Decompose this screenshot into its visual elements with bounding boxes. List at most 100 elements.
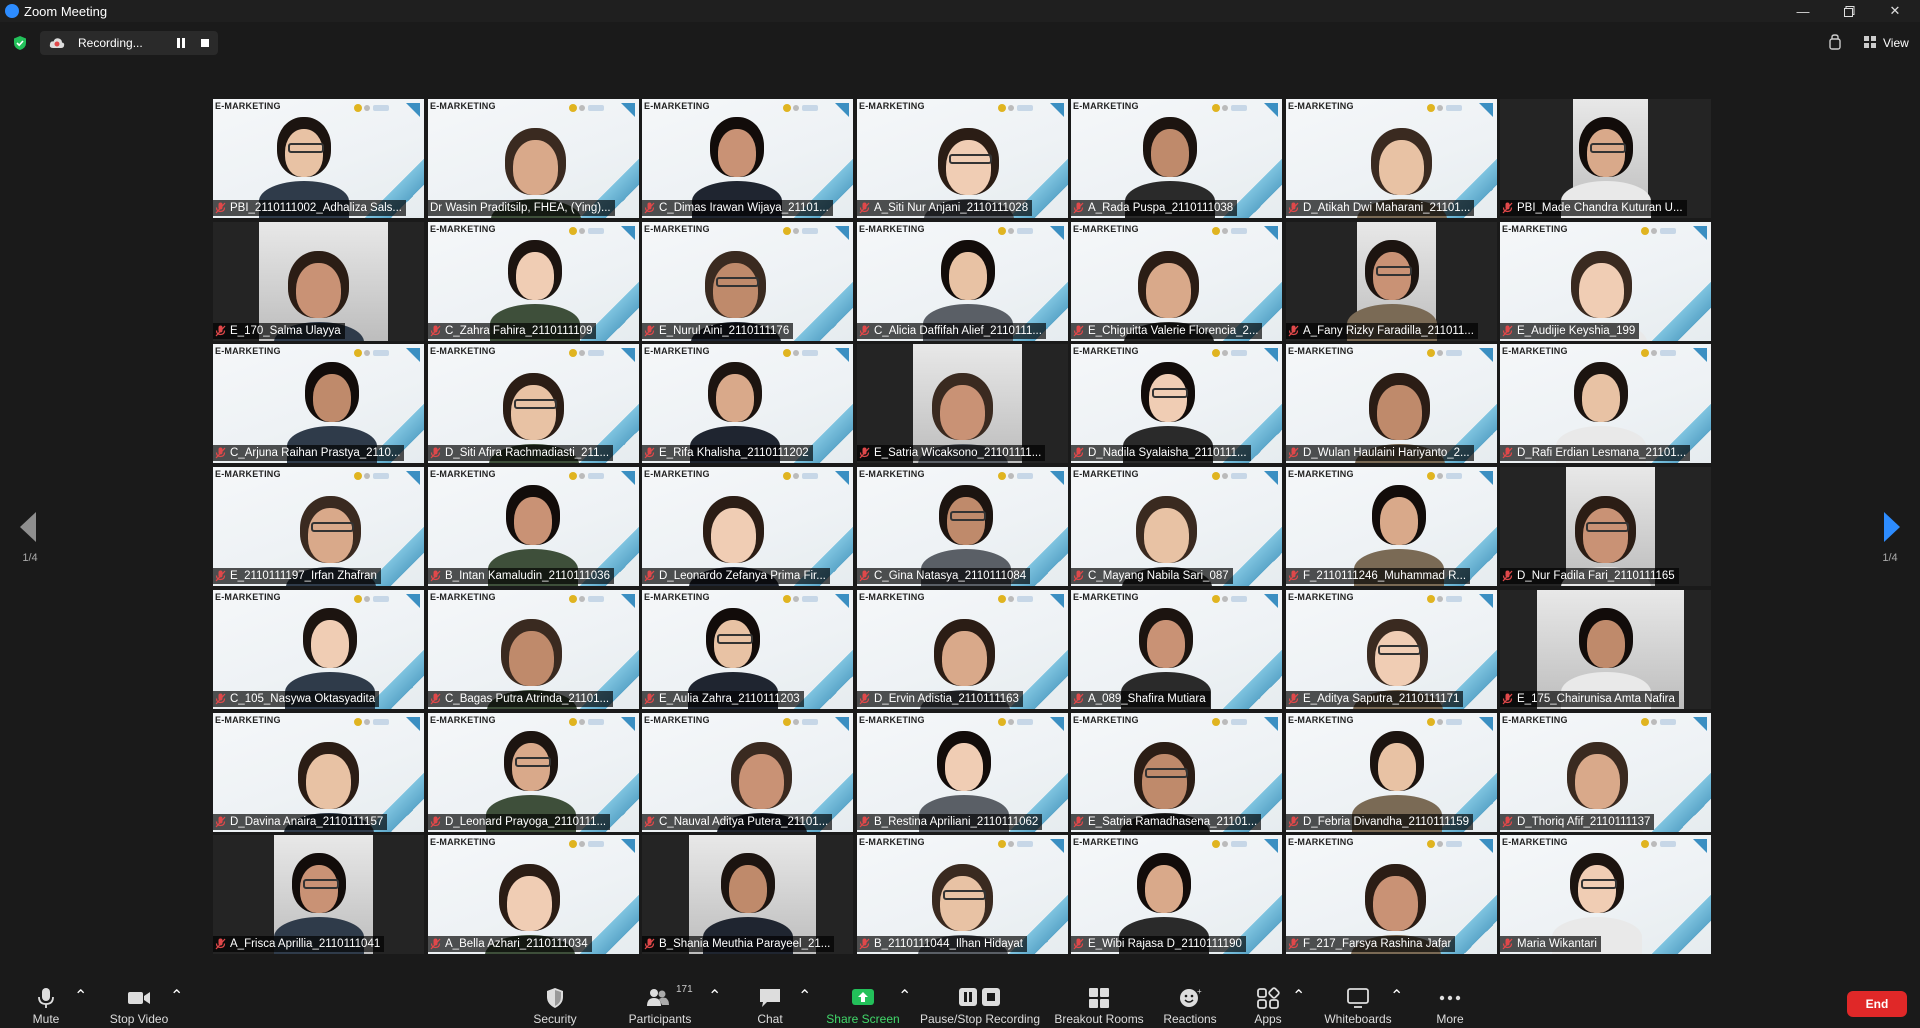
recording-label: Recording... [78, 36, 143, 50]
participant-video-tile[interactable]: E-MARKETING D_Febria Divandha_2110111159 [1286, 713, 1497, 832]
participant-video-tile[interactable]: E-MARKETING D_Thoriq Afif_2110111137 [1500, 713, 1711, 832]
participant-video-tile[interactable]: E-MARKETING F_2110111246_Muhammad R... [1286, 467, 1497, 586]
participant-video-tile[interactable]: E-MARKETING C_Zahra Fahira_2110111109 [428, 222, 639, 341]
participant-video-tile[interactable]: E-MARKETING D_Rafi Erdian Lesmana_21101..… [1500, 344, 1711, 463]
participant-video-tile[interactable]: E-MARKETING B_Restina Apriliani_211011106… [857, 713, 1068, 832]
share-screen-button[interactable]: Share Screen [824, 980, 902, 1028]
whiteboards-label: Whiteboards [1324, 1012, 1392, 1026]
participant-video-tile[interactable]: E-MARKETING B_Intan Kamaludin_2110111036 [428, 467, 639, 586]
participant-name: C_105_Nasywa Oktasyadita [230, 693, 376, 705]
security-button[interactable]: Security [524, 980, 586, 1028]
security-shield-icon [547, 988, 563, 1008]
recording-indicator[interactable]: Recording... [40, 31, 218, 55]
participant-video-tile[interactable]: E-MARKETING C_Arjuna Raihan Prastya_2110.… [213, 344, 424, 463]
muted-microphone-icon [215, 202, 226, 214]
participant-name: Maria Wikantari [1517, 938, 1597, 950]
maximize-icon[interactable] [1826, 0, 1872, 22]
participant-video-tile[interactable]: E-MARKETING C_Bagas Putra Atrinda_21101..… [428, 590, 639, 709]
participant-video-tile[interactable]: E-MARKETING C_Alicia Daffifah Alief_21101… [857, 222, 1068, 341]
participant-video-tile[interactable]: E-MARKETING D_Leonard Prayoga_2110111... [428, 713, 639, 832]
muted-microphone-icon [1502, 938, 1513, 950]
participant-video-tile[interactable]: E-MARKETING A_Rada Puspa_2110111038 [1071, 99, 1282, 218]
participant-video-tile[interactable]: E-MARKETING E_Aditya Saputra_2110111171 [1286, 590, 1497, 709]
participant-video-tile[interactable]: E-MARKETING C_Gina Natasya_2110111084 [857, 467, 1068, 586]
participant-video-tile[interactable]: E-MARKETING A_Siti Nur Anjani_2110111028 [857, 99, 1068, 218]
more-button[interactable]: More [1428, 980, 1472, 1028]
participant-name-tag: D_Thoriq Afif_2110111137 [1500, 814, 1655, 830]
next-page-arrow-icon[interactable] [1882, 510, 1902, 544]
share-options-caret-icon[interactable]: ⌃ [898, 986, 911, 1006]
participant-name: D_Wulan Haulaini Hariyanto_2... [1303, 447, 1470, 459]
chat-button[interactable]: Chat [748, 980, 792, 1028]
minimize-icon[interactable]: — [1780, 0, 1826, 22]
participant-video-tile[interactable]: E-MARKETING Maria Wikantari [1500, 835, 1711, 954]
whiteboards-button[interactable]: Whiteboards [1318, 980, 1398, 1028]
participant-video-tile[interactable]: E-MARKETING B_2110111044_Ilhan Hidayat [857, 835, 1068, 954]
view-button[interactable]: View [1883, 36, 1909, 50]
participants-options-caret-icon[interactable]: ⌃ [708, 986, 721, 1006]
participant-video-tile[interactable]: E-MARKETING E_Rifa Khalisha_2110111202 [642, 344, 853, 463]
apps-options-caret-icon[interactable]: ⌃ [1292, 986, 1305, 1006]
participant-video-tile[interactable]: E-MARKETING D_Nadila Syalaisha_2110111... [1071, 344, 1282, 463]
slide-decoration [1264, 348, 1278, 362]
encryption-shield-icon[interactable] [12, 35, 28, 51]
participant-video-tile[interactable]: E-MARKETING D_Leonardo Zefanya Prima Fir.… [642, 467, 853, 586]
participant-video-tile[interactable]: E-MARKETING A_089_Shafira Mutiara [1071, 590, 1282, 709]
previous-page-arrow-icon[interactable] [18, 510, 38, 544]
audio-options-caret-icon[interactable]: ⌃ [74, 986, 87, 1006]
participant-video-tile[interactable]: D_Nur Fadila Fari_2110111165 [1500, 467, 1711, 586]
participant-video-tile[interactable]: E-MARKETING D_Wulan Haulaini Hariyanto_2.… [1286, 344, 1497, 463]
participant-name: B_2110111044_Ilhan Hidayat [874, 938, 1023, 950]
pause-recording-icon[interactable] [176, 37, 186, 49]
participant-video-tile[interactable]: A_Fany Rizky Faradilla_211011... [1286, 222, 1497, 341]
close-icon[interactable]: ✕ [1872, 0, 1918, 22]
participant-video-tile[interactable]: E-MARKETING D_Ervin Adistia_2110111163 [857, 590, 1068, 709]
participant-video-tile[interactable]: E-MARKETING E_Aulia Zahra_2110111203 [642, 590, 853, 709]
participant-video-tile[interactable]: E-MARKETING C_Nauval Aditya Putera_21101.… [642, 713, 853, 832]
breakout-rooms-button[interactable]: Breakout Rooms [1052, 980, 1146, 1028]
participant-video-tile[interactable]: E-MARKETING C_Dimas Irawan Wijaya_21101..… [642, 99, 853, 218]
slide-decoration [621, 103, 635, 117]
apps-button[interactable]: Apps [1248, 980, 1288, 1028]
participant-name-tag: B_Intan Kamaludin_2110111036 [428, 568, 614, 584]
whiteboards-options-caret-icon[interactable]: ⌃ [1390, 986, 1403, 1006]
participant-video-tile[interactable]: E-MARKETING C_105_Nasywa Oktasyadita [213, 590, 424, 709]
participant-video-tile[interactable]: E-MARKETING C_Mayang Nabila Sari_087 [1071, 467, 1282, 586]
participants-button[interactable]: 171 Participants [624, 980, 696, 1028]
grid-view-icon[interactable] [1862, 33, 1880, 51]
participant-video-tile[interactable]: E-MARKETING D_Davina Anaira_2110111157 [213, 713, 424, 832]
participant-video-tile[interactable]: E-MARKETING E_2110111197_Irfan Zhafran [213, 467, 424, 586]
pause-stop-recording-icon [959, 988, 1000, 1006]
muted-microphone-icon [215, 693, 226, 705]
participant-video-tile[interactable]: A_Frisca Aprillia_2110111041 [213, 835, 424, 954]
participant-video-tile[interactable]: E-MARKETING Dr Wasin Praditsilp, FHEA, (Y… [428, 99, 639, 218]
participant-video-tile[interactable]: E-MARKETING E_Chiguitta Valerie Florencia… [1071, 222, 1282, 341]
participant-video-tile[interactable]: E-MARKETING F_217_Farsya Rashina Jafar [1286, 835, 1497, 954]
mute-button[interactable]: Mute [22, 980, 70, 1028]
participant-video-tile[interactable]: E-MARKETING E_Nurul Aini_2110111176 [642, 222, 853, 341]
participant-video-tile[interactable]: E-MARKETING D_Atikah Dwi Maharani_21101..… [1286, 99, 1497, 218]
participant-video-tile[interactable]: E-MARKETING D_Siti Afira Rachmadiasti_211… [428, 344, 639, 463]
video-options-caret-icon[interactable]: ⌃ [170, 986, 183, 1006]
participant-video-tile[interactable]: E-MARKETING E_Satria Ramadhasena_21101... [1071, 713, 1282, 832]
more-ellipsis-icon [1439, 995, 1461, 1001]
stop-video-button[interactable]: Stop Video [104, 980, 174, 1028]
participant-video-tile[interactable]: PBI_Made Chandra Kuturan U... [1500, 99, 1711, 218]
reactions-button[interactable]: + Reactions [1162, 980, 1218, 1028]
participant-video-tile[interactable]: E-MARKETING E_Audijie Keyshia_199 [1500, 222, 1711, 341]
chat-options-caret-icon[interactable]: ⌃ [798, 986, 811, 1006]
participant-video-tile[interactable]: E-MARKETING PBI_2110111002_Adhaliza Sals.… [213, 99, 424, 218]
stop-recording-icon[interactable] [201, 39, 209, 47]
participant-video-tile[interactable]: E_170_Salma Ulayya [213, 222, 424, 341]
participant-video-tile[interactable]: E_Satria Wicaksono_21101111... [857, 344, 1068, 463]
participant-name: C_Zahra Fahira_2110111109 [445, 325, 593, 337]
mute-label: Mute [32, 1012, 60, 1026]
zoom-app-icon [5, 4, 19, 18]
participant-video-tile[interactable]: E-MARKETING A_Bella Azhari_2110111034 [428, 835, 639, 954]
participant-video-tile[interactable]: E-MARKETING E_Wibi Rajasa D_2110111190 [1071, 835, 1282, 954]
immersive-view-icon[interactable] [1826, 33, 1844, 51]
pause-stop-recording-button[interactable]: Pause/Stop Recording [918, 980, 1042, 1028]
participant-video-tile[interactable]: B_Shania Meuthia Parayeel_21... [642, 835, 853, 954]
end-meeting-button[interactable]: End [1847, 991, 1907, 1017]
participant-video-tile[interactable]: E_175_Chairunisa Amta Nafira [1500, 590, 1711, 709]
